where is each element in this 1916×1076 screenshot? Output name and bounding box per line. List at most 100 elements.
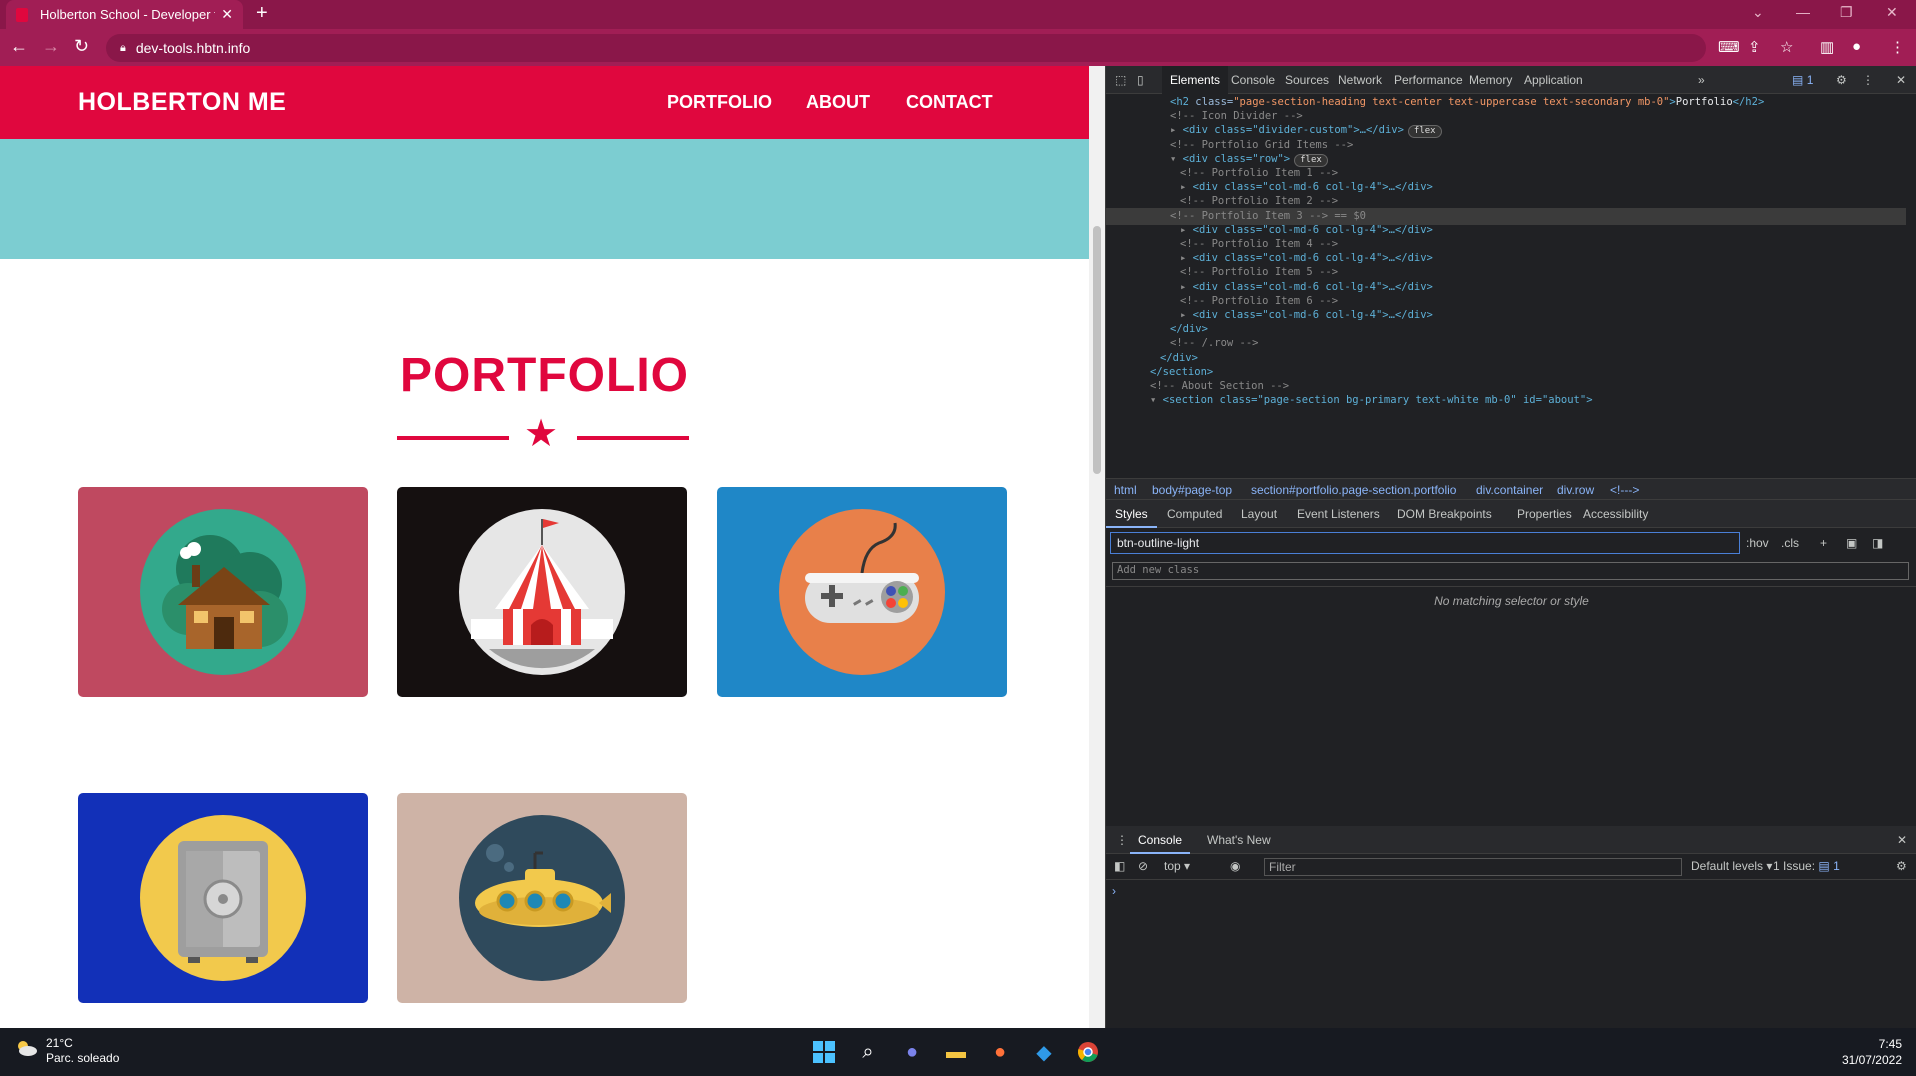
share-icon[interactable]: ⇪ [1748,38,1761,56]
side-panel-icon[interactable]: ▥ [1820,38,1834,56]
crumb-html[interactable]: html [1114,483,1137,497]
add-class-input[interactable]: Add new class [1112,562,1909,580]
expand-arrow-icon: ▸ [1180,280,1193,293]
log-levels-label: Default levels [1691,859,1764,873]
tab-properties[interactable]: Properties [1517,507,1572,521]
close-tab-icon[interactable]: ✕ [221,6,233,23]
context-selector[interactable]: top ▾ [1164,859,1190,873]
tab-sources[interactable]: Sources [1285,73,1329,87]
new-style-rule-icon[interactable]: + [1820,536,1827,550]
expand-arrow-icon: ▸ [1180,252,1193,265]
devtools-menu-icon[interactable]: ⋮ [1862,73,1874,87]
tab-computed[interactable]: Computed [1167,507,1222,521]
reload-icon[interactable]: ↻ [74,36,89,57]
tab-network[interactable]: Network [1338,73,1382,87]
code-text: <div class="divider-custom">…</div> [1182,124,1404,137]
attr-value: "page-section-heading text-center text-u… [1233,96,1670,108]
drawer-tab-console[interactable]: Console [1130,826,1191,854]
clear-console-icon[interactable]: ⊘ [1138,859,1148,873]
portfolio-item-submarine[interactable] [397,793,687,1003]
site-brand[interactable]: HOLBERTON ME [78,88,286,117]
chrome-icon[interactable] [1074,1038,1102,1066]
page-scrollbar[interactable] [1089,66,1105,1028]
crumb-container[interactable]: div.container [1476,483,1543,497]
page-scrollbar-thumb[interactable] [1093,226,1101,474]
profile-icon[interactable]: ● [1852,38,1861,55]
expand-arrow-icon: ▾ [1150,394,1163,407]
file-explorer-icon[interactable]: ▬ [942,1038,970,1066]
portfolio-item-cabin[interactable] [78,487,368,697]
log-levels-dropdown[interactable]: Default levels ▾ [1691,859,1772,873]
tab-elements[interactable]: Elements [1162,66,1229,94]
portfolio-item-safe[interactable] [78,793,368,1003]
close-window-icon[interactable]: ✕ [1886,4,1898,21]
console-settings-icon[interactable]: ⚙ [1896,859,1907,873]
rendering-emulation-icon[interactable]: ▣ [1846,536,1857,550]
crumb-row[interactable]: div.row [1557,483,1594,497]
settings-gear-icon[interactable]: ⚙ [1836,73,1847,87]
firefox-icon[interactable]: ● [986,1038,1014,1066]
console-sidebar-icon[interactable]: ◧ [1114,859,1125,873]
submarine-icon [459,815,625,981]
styles-separator [1106,586,1916,587]
code-text: <!-- Portfolio Item 1 --> [1180,167,1339,179]
restore-icon[interactable]: ❐ [1840,4,1853,21]
search-icon[interactable]: ⌕ [854,1038,882,1066]
address-toolbar: ← → ↻ 🔒︎ dev-tools.hbtn.info ⌨ ⇪ ☆ ▥ ● ⋮ [0,29,1916,66]
hov-toggle[interactable]: :hov [1746,536,1769,550]
toggle-sidebar-icon[interactable]: ◨ [1872,536,1883,550]
styles-filter-input[interactable]: btn-outline-light [1110,532,1740,554]
new-tab-button[interactable]: + [256,2,268,25]
issues-badge[interactable]: ▤ 1 [1792,73,1813,87]
dom-tree[interactable]: <h2 class="page-section-heading text-cen… [1106,94,1906,544]
menu-dots-icon[interactable]: ⋮ [1890,38,1905,56]
system-clock[interactable]: 7:45 31/07/2022 [1842,1036,1902,1068]
circus-tent-icon [459,509,625,675]
teams-chat-icon[interactable]: ● [898,1038,926,1066]
tab-application[interactable]: Application [1524,73,1583,87]
nav-link-about[interactable]: ABOUT [806,92,870,113]
console-prompt[interactable]: › [1112,884,1116,898]
nav-link-contact[interactable]: CONTACT [906,92,993,113]
expand-arrow-icon: ▸ [1180,223,1193,236]
forward-arrow-icon[interactable]: → [42,36,60,57]
tab-memory[interactable]: Memory [1469,73,1512,87]
crumb-section[interactable]: section#portfolio.page-section.portfolio [1251,483,1456,497]
url-bar[interactable]: 🔒︎ dev-tools.hbtn.info [106,34,1706,62]
portfolio-item-gamepad[interactable] [717,487,1007,697]
tab-styles[interactable]: Styles [1106,500,1157,528]
crumb-body[interactable]: body#page-top [1152,483,1232,497]
back-arrow-icon[interactable]: ← [10,36,28,57]
minimize-icon[interactable]: — [1796,4,1810,20]
console-issues-button[interactable]: 1 Issue: ▤ 1 [1773,859,1840,873]
crumb-comment[interactable]: <!---> [1610,483,1639,497]
vscode-icon[interactable]: ◆ [1030,1038,1058,1066]
nav-link-portfolio[interactable]: PORTFOLIO [667,92,772,113]
dom-line[interactable]: ▾ <section class="page-section bg-primar… [1106,392,1906,409]
inspect-element-icon[interactable]: ⬚ [1115,73,1126,87]
tab-event-listeners[interactable]: Event Listeners [1297,507,1380,521]
windows-taskbar: 21°C Parc. soleado ⌕ ● ▬ ● ◆ 7:45 31/07/… [0,1028,1916,1076]
browser-tab[interactable]: Holberton School - Developer to ✕ [6,0,243,29]
tab-performance[interactable]: Performance [1394,73,1463,87]
close-devtools-icon[interactable]: ✕ [1896,73,1906,87]
device-toolbar-icon[interactable]: ▯ [1137,73,1144,87]
tab-dom-breakpoints[interactable]: DOM Breakpoints [1397,507,1492,521]
portfolio-item-circus[interactable] [397,487,687,697]
tab-console[interactable]: Console [1231,73,1275,87]
attr-name: class= [1195,96,1234,108]
bookmark-star-icon[interactable]: ☆ [1780,38,1793,56]
weather-temp: 21°C [46,1036,73,1050]
drawer-tab-whats-new[interactable]: What's New [1207,833,1271,847]
start-windows-icon[interactable] [810,1038,838,1066]
more-tabs-icon[interactable]: » [1698,73,1705,87]
drawer-menu-icon[interactable]: ⋮ [1116,833,1128,847]
tab-search-chevron-icon[interactable]: ⌄ [1752,4,1764,21]
tab-accessibility[interactable]: Accessibility [1583,507,1648,521]
close-drawer-icon[interactable]: ✕ [1897,833,1907,847]
cls-toggle[interactable]: .cls [1781,536,1799,550]
tab-layout[interactable]: Layout [1241,507,1277,521]
translate-icon[interactable]: ⌨ [1718,38,1740,56]
console-filter-input[interactable]: Filter [1264,858,1682,876]
live-expression-eye-icon[interactable]: ◉ [1230,859,1240,873]
